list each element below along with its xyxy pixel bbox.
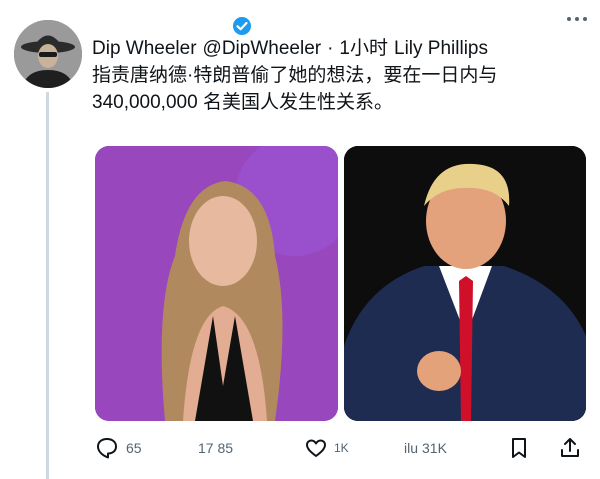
media-image-right[interactable] — [344, 146, 586, 421]
tweet-header-line: Dip Wheeler @DipWheeler · 1小时 Lily Phillips — [92, 35, 562, 62]
like-count: 1K — [334, 441, 349, 455]
author-name[interactable]: Dip Wheeler — [92, 38, 197, 59]
timestamp[interactable]: 1小时 — [339, 38, 388, 59]
heart-icon — [306, 439, 326, 457]
separator: · — [327, 38, 334, 59]
retweet-button[interactable]: 17 85 — [198, 430, 233, 466]
share-button[interactable] — [558, 430, 582, 466]
retweet-count: 17 85 — [198, 440, 234, 456]
tweet-text: Dip Wheeler @DipWheeler · 1小时 Lily Phillips … — [92, 35, 562, 116]
media-image-left[interactable] — [95, 146, 338, 421]
views-prefix: ilu — [404, 440, 419, 456]
views-count: 31K — [422, 440, 447, 456]
avatar[interactable] — [14, 20, 82, 88]
reply-button[interactable]: 65 — [94, 430, 142, 466]
tweet: Dip Wheeler @DipWheeler · 1小时 Lily Phillips … — [0, 0, 600, 479]
author-handle[interactable]: @DipWheeler — [203, 38, 322, 59]
text-line3: 340,000,000 名美国人发生性关系。 — [92, 92, 393, 113]
views-button[interactable]: ilu 31K — [404, 430, 447, 466]
bookmark-icon — [512, 438, 526, 458]
share-icon — [561, 438, 579, 457]
reply-icon — [97, 438, 117, 459]
more-options-icon[interactable] — [566, 14, 588, 24]
like-button[interactable]: 1K — [304, 430, 349, 466]
action-bar: 65 17 85 1K ilu 31K — [92, 430, 587, 466]
text-line2: 指责唐纳德·特朗普偷了她的想法，要在一日内与 — [92, 65, 498, 86]
thread-line — [46, 92, 49, 479]
reply-count: 65 — [126, 440, 142, 456]
bookmark-button[interactable] — [508, 430, 530, 466]
verified-badge-icon — [233, 17, 251, 35]
text-line1-tail: Lily Phillips — [394, 38, 488, 59]
